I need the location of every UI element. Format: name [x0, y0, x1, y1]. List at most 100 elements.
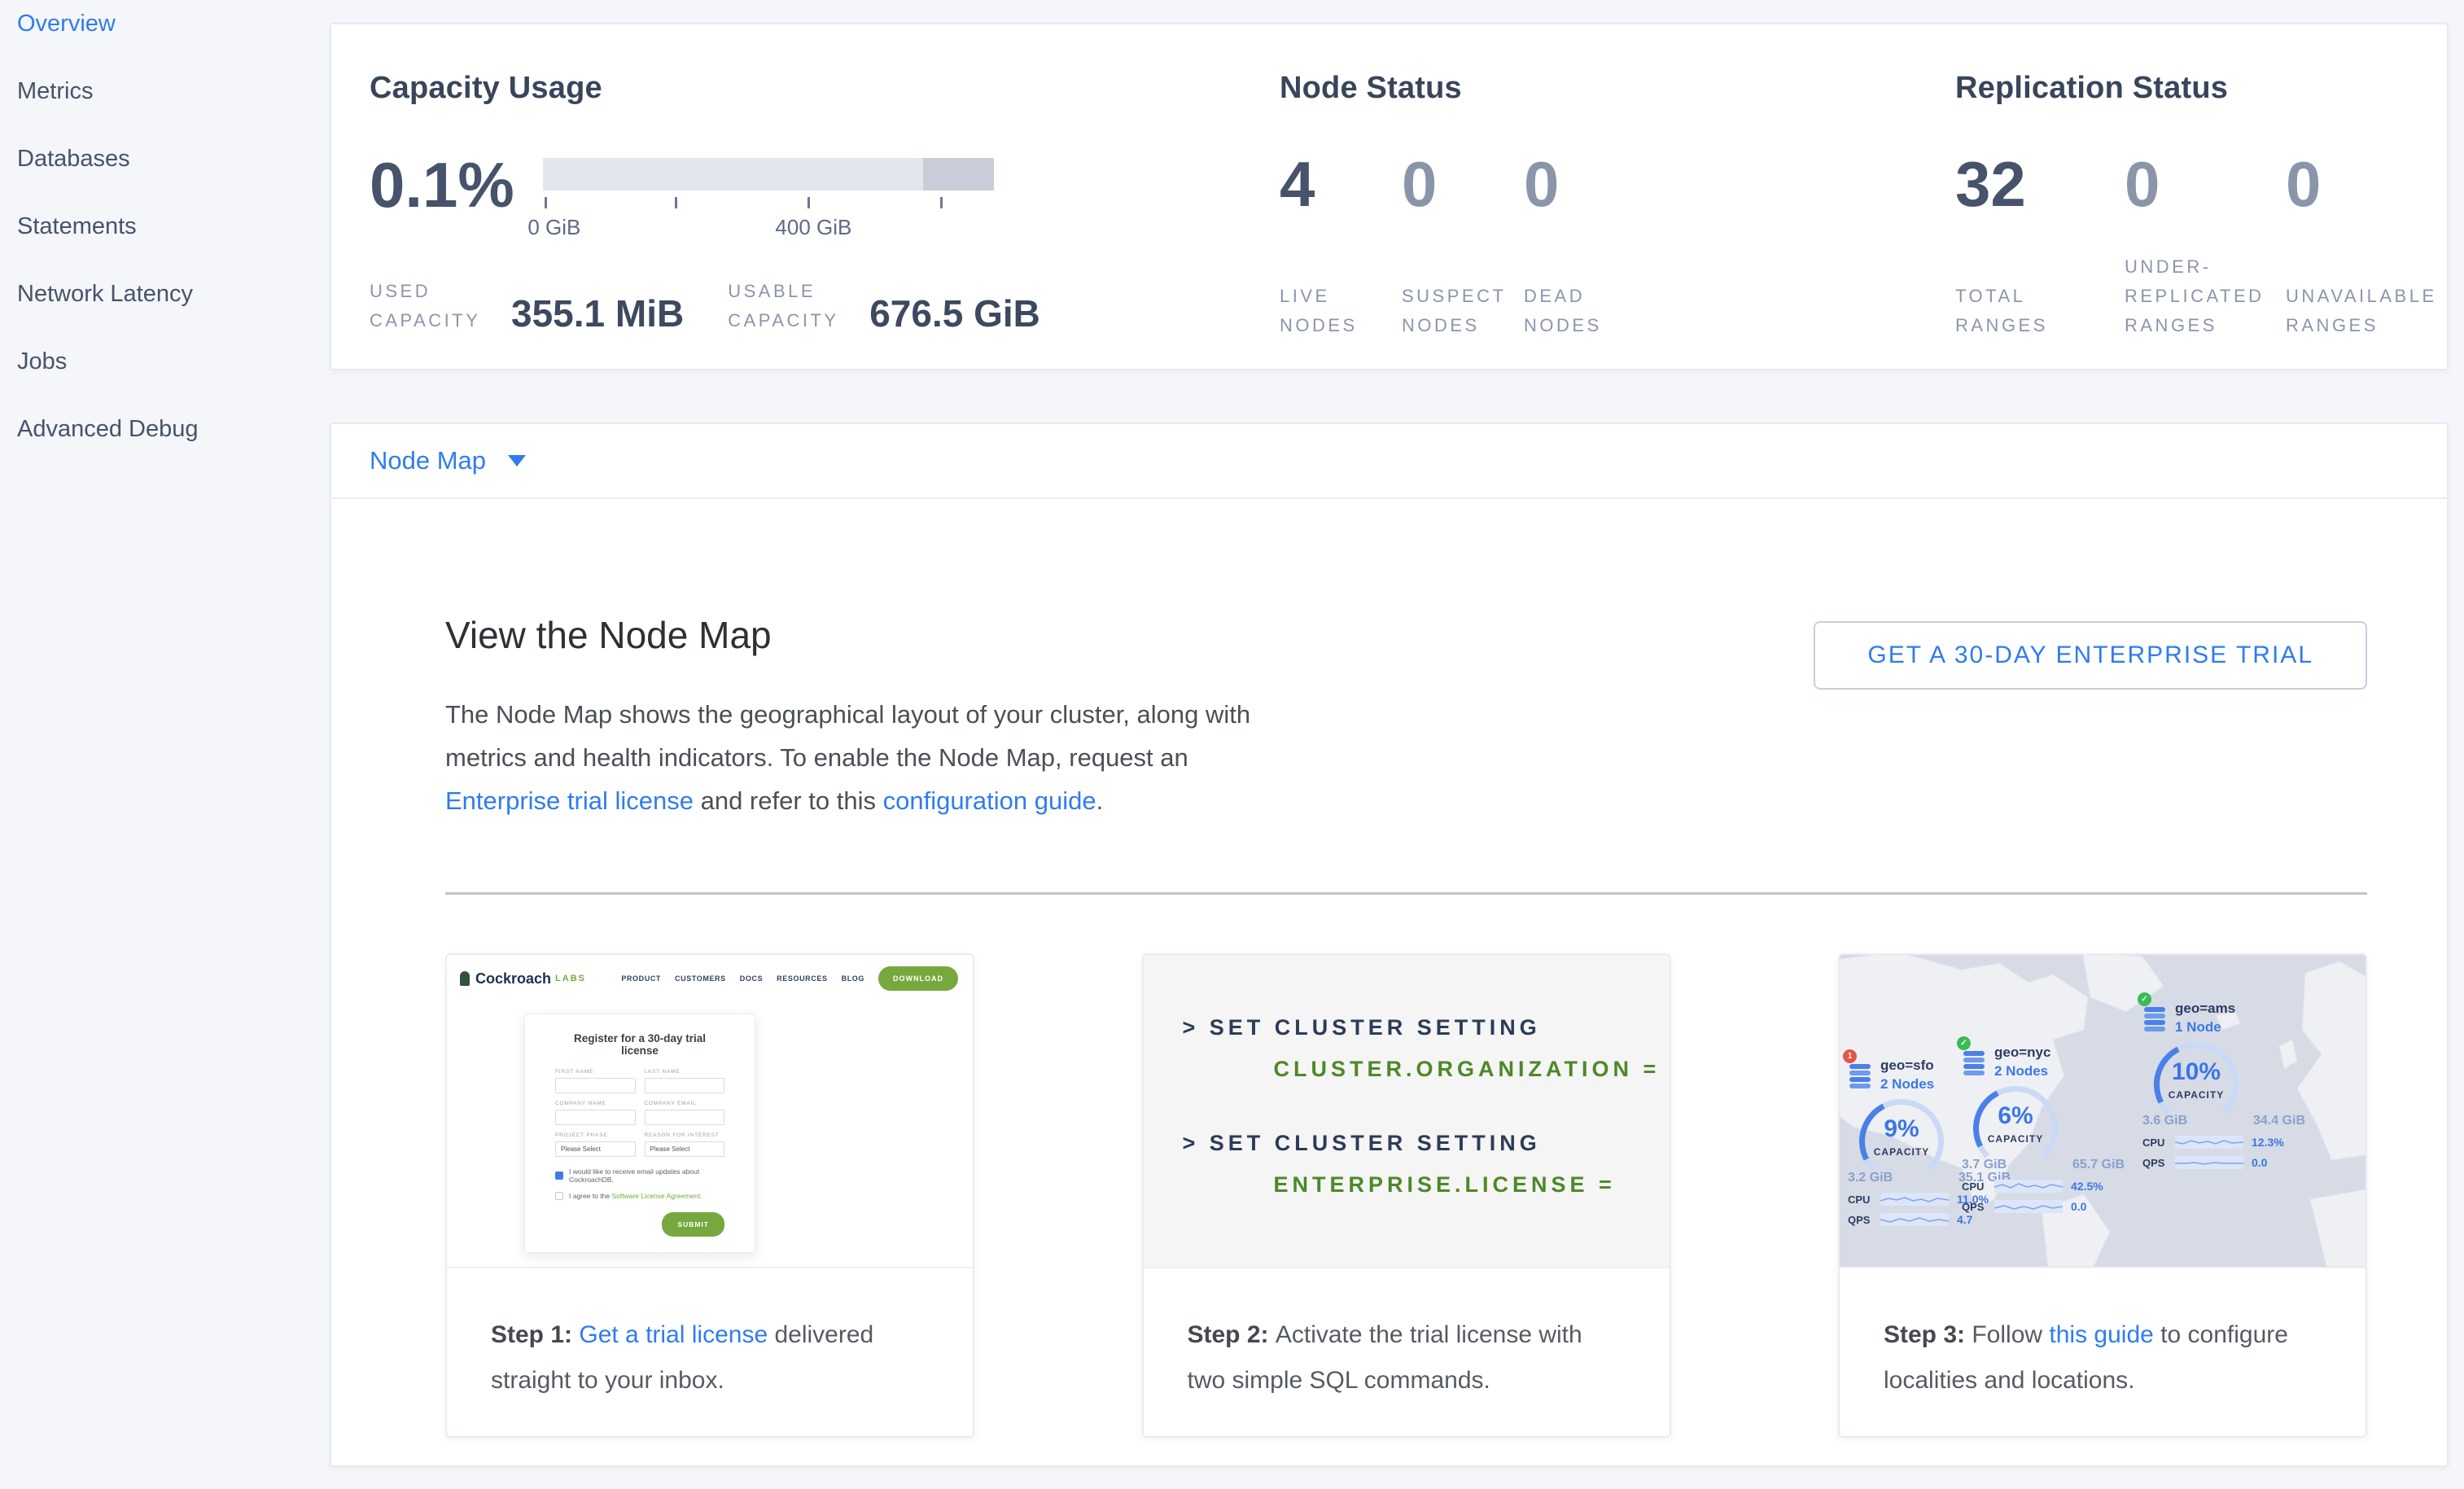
live-nodes-label: LIVE NODES — [1280, 282, 1402, 340]
configuration-guide-link[interactable]: configuration guide — [883, 786, 1096, 815]
mini-field-company-name: COMPANY NAME — [555, 1101, 636, 1125]
checkbox-checked-icon — [555, 1171, 563, 1180]
mini-field-first-name: FIRST NAME — [555, 1069, 636, 1093]
sidebar-item-overview[interactable]: Overview — [17, 11, 330, 36]
mini-form-title: Register for a 30-day trial license — [555, 1032, 724, 1057]
mini-submit-button: SUBMIT — [662, 1212, 724, 1237]
divider — [445, 892, 2367, 895]
used-capacity-value: 355.1 MiB — [511, 295, 684, 332]
usable-capacity-value: 676.5 GiB — [869, 295, 1040, 332]
sidebar: Overview Metrics Databases Statements Ne… — [0, 0, 330, 484]
step-1-card: Cockroach LABS PRODUCT CUSTOMERS DOCS RE… — [445, 953, 974, 1438]
capacity-gauge: 6% CAPACITY — [1973, 1086, 2058, 1164]
mini-site-nav: PRODUCT CUSTOMERS DOCS RESOURCES BLOG DO… — [621, 966, 958, 991]
sql-commands-illustration: > SET CLUSTER SETTING CLUSTER.ORGANIZATI… — [1144, 955, 1670, 1267]
sql-set-cluster-setting: > SET CLUSTER SETTING — [1183, 1015, 1670, 1040]
mini-checkbox-label: I would like to receive email updates ab… — [569, 1167, 724, 1184]
description-text: The Node Map shows the geographical layo… — [445, 700, 1250, 772]
qps-sparkline — [1994, 1200, 2063, 1213]
gauge-label: CAPACITY — [1973, 1133, 2058, 1145]
qps-value: 4.7 — [1957, 1213, 1972, 1226]
sql-cluster-organization: CLUSTER.ORGANIZATION = — [1274, 1057, 1670, 1082]
gauge-label: CAPACITY — [2154, 1089, 2239, 1101]
cpu-value: 12.3% — [2252, 1136, 2284, 1149]
sql-set-cluster-setting: > SET CLUSTER SETTING — [1183, 1131, 1670, 1156]
step-3-text: Follow — [1972, 1321, 2049, 1348]
caret-down-icon — [508, 455, 526, 466]
mini-checkbox-license: I agree to the Software License Agreemen… — [555, 1192, 724, 1200]
mini-nav-resources: RESOURCES — [777, 974, 827, 983]
step-2-label: Step 2: — [1188, 1321, 1276, 1348]
mini-field-label: PROJECT PHASE — [555, 1132, 636, 1138]
mini-field-label: FIRST NAME — [555, 1069, 636, 1075]
mini-field-company-email: COMPANY EMAIL — [645, 1101, 725, 1125]
enterprise-trial-button[interactable]: GET A 30-DAY ENTERPRISE TRIAL — [1814, 621, 2367, 690]
mini-field-label: COMPANY NAME — [555, 1101, 636, 1106]
capacity-usage-section: Capacity Usage 0.1% 0 GiB 400 GiB — [370, 24, 1273, 335]
mini-download-button: DOWNLOAD — [878, 966, 958, 991]
sidebar-item-statements[interactable]: Statements — [17, 214, 330, 239]
mini-registration-form: Register for a 30-day trial license FIRS… — [524, 1014, 755, 1253]
mini-text-input — [645, 1078, 725, 1093]
step-2-caption: Step 2: Activate the trial license with … — [1144, 1267, 1670, 1436]
locality-widget-nyc: geo=nyc 2 Nodes 6% CAPACITY — [1962, 1044, 2129, 1213]
description-text: and refer to this — [694, 786, 883, 815]
capacity-bar-chart: 0 GiB 400 GiB — [543, 158, 994, 218]
locality-widget-ams: geo=ams 1 Node 10% CAPACITY — [2142, 1001, 2309, 1169]
sidebar-item-advanced-debug[interactable]: Advanced Debug — [17, 417, 330, 441]
node-map-preview: 1 geo=sfo 2 Nodes 9% C — [1840, 955, 2366, 1267]
usable-capacity-stat: USABLE CAPACITY 676.5 GiB — [728, 277, 1040, 335]
database-stack-icon — [1963, 1051, 1985, 1077]
mini-select-input: Please Select — [555, 1141, 636, 1157]
live-nodes-value: 4 — [1280, 151, 1402, 217]
sidebar-item-databases[interactable]: Databases — [17, 147, 330, 171]
enterprise-trial-license-link[interactable]: Enterprise trial license — [445, 786, 694, 815]
step-3-label: Step 3: — [1884, 1321, 1972, 1348]
healthy-check-icon — [1957, 1036, 1971, 1050]
total-ranges-stat: 32 TOTAL RANGES — [1955, 151, 2125, 340]
cpu-label: CPU — [2142, 1136, 2175, 1149]
logo-text: Cockroach — [475, 970, 551, 988]
axis-tick — [940, 197, 943, 208]
checkbox-unchecked-icon — [555, 1192, 563, 1200]
dead-nodes-value: 0 — [1524, 151, 1646, 217]
cluster-summary-panel: Capacity Usage 0.1% 0 GiB 400 GiB — [330, 23, 2449, 370]
mini-field-label: REASON FOR INTEREST — [645, 1132, 725, 1138]
replication-status-title: Replication Status — [1955, 71, 2458, 106]
locality-name: geo=nyc — [1994, 1044, 2129, 1061]
live-nodes-stat: 4 LIVE NODES — [1280, 151, 1402, 340]
sidebar-item-jobs[interactable]: Jobs — [17, 349, 330, 374]
gauge-percent: 10% — [2154, 1058, 2239, 1086]
total-ranges-value: 32 — [1955, 151, 2125, 217]
mini-nav-product: PRODUCT — [621, 974, 661, 983]
usable-capacity-label: USABLE CAPACITY — [728, 277, 856, 335]
mini-nav-docs: DOCS — [740, 974, 763, 983]
locality-node-count: 1 Node — [2175, 1019, 2309, 1036]
database-stack-icon — [2144, 1007, 2165, 1033]
cpu-label: CPU — [1848, 1193, 1880, 1206]
total-ranges-label: TOTAL RANGES — [1955, 282, 2125, 340]
main-content: Capacity Usage 0.1% 0 GiB 400 GiB — [330, 0, 2449, 1467]
qps-label: QPS — [2142, 1157, 2175, 1169]
used-capacity-stat: USED CAPACITY 355.1 MiB — [370, 277, 684, 335]
capacity-usage-title: Capacity Usage — [370, 71, 1273, 106]
mini-license-link: Software License Agreement. — [611, 1192, 702, 1200]
axis-tick-label: 0 GiB — [527, 215, 580, 240]
sidebar-item-metrics[interactable]: Metrics — [17, 79, 330, 103]
capacity-percent: 0.1% — [370, 151, 543, 218]
this-guide-link[interactable]: this guide — [2049, 1321, 2153, 1348]
used-capacity-label: USED CAPACITY — [370, 277, 498, 335]
sidebar-item-network-latency[interactable]: Network Latency — [17, 282, 330, 306]
suspect-nodes-value: 0 — [1402, 151, 1524, 217]
mini-nav-customers: CUSTOMERS — [675, 974, 726, 983]
suspect-nodes-stat: 0 SUSPECT NODES — [1402, 151, 1524, 340]
cockroach-bug-icon — [460, 971, 470, 986]
cpu-sparkline — [1994, 1180, 2063, 1193]
unavailable-ranges-value: 0 — [2286, 151, 2458, 217]
page-title: View the Node Map — [445, 613, 1276, 657]
get-trial-license-link[interactable]: Get a trial license — [579, 1321, 768, 1348]
dead-nodes-stat: 0 DEAD NODES — [1524, 151, 1646, 340]
node-map-content: View the Node Map The Node Map shows the… — [331, 499, 2447, 1438]
node-map-dropdown[interactable]: Node Map — [370, 446, 526, 475]
mini-field-project-phase: PROJECT PHASE Please Select — [555, 1132, 636, 1157]
